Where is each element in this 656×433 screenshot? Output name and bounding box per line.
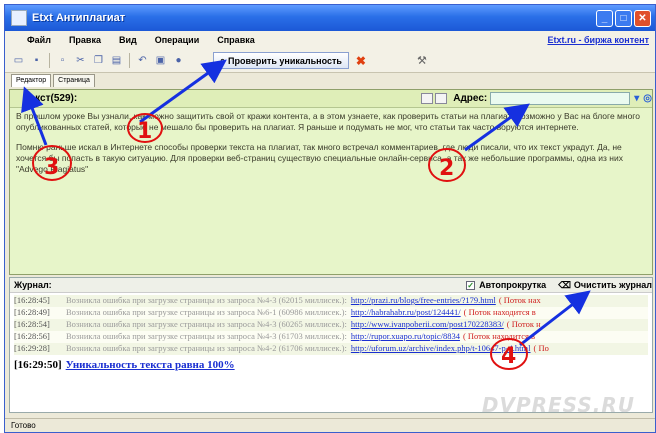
undo-icon[interactable]: ↶ (135, 53, 150, 68)
text-counter: Текст(529): (24, 93, 78, 104)
window-title: Etxt Антиплагиат (32, 12, 126, 24)
log-time: [16:28:56] (14, 331, 50, 341)
toolbar-separator (129, 53, 130, 68)
log-flow-status: ( По (533, 343, 549, 353)
log-row: [16:29:28] Возникла ошибка при загрузке … (14, 343, 648, 355)
editor-paragraph: В прошлом уроке Вы узнали, как можно защ… (16, 111, 640, 132)
app-window: Etxt Антиплагиат _ □ ✕ Файл Правка Вид О… (4, 4, 656, 433)
exchange-link[interactable]: Etxt.ru - биржа контент (547, 35, 649, 45)
open-icon[interactable]: ▭ (11, 53, 26, 68)
copy-icon[interactable]: ❐ (91, 53, 106, 68)
view-toggle-icon-2[interactable] (435, 93, 448, 104)
log-message: Возникла ошибка при загрузке страницы из… (66, 343, 347, 353)
log-row: [16:28:45] Возникла ошибка при загрузке … (14, 295, 648, 307)
app-icon (11, 10, 27, 26)
clear-journal-button[interactable]: ⌫ Очистить журнал (558, 280, 652, 291)
editor-panel: Текст(529): Адрес: ▾ ◎ В прошлом уроке В… (9, 89, 653, 275)
menu-help[interactable]: Справка (217, 35, 254, 45)
log-time: [16:29:28] (14, 343, 50, 353)
toolbar-separator (49, 53, 50, 68)
log-message: Возникла ошибка при загрузке страницы из… (66, 295, 347, 305)
new-icon[interactable]: ▫ (55, 53, 70, 68)
log-row: [16:28:56] Возникла ошибка при загрузке … (14, 331, 648, 343)
autoscroll-checkbox[interactable]: ✓ Автопрокрутка (466, 280, 546, 290)
settings-icon[interactable]: ▣ (153, 53, 168, 68)
log-flow-status: ( Поток н (506, 319, 541, 329)
journal-log: [16:28:45] Возникла ошибка при загрузке … (10, 293, 652, 375)
log-message: Возникла ошибка при загрузке страницы из… (66, 319, 347, 329)
log-message: Возникла ошибка при загрузке страницы из… (66, 331, 347, 341)
log-row: [16:28:49] Возникла ошибка при загрузке … (14, 307, 648, 319)
stop-icon[interactable]: ✖ (356, 54, 366, 68)
log-row: [16:28:54] Возникла ошибка при загрузке … (14, 319, 648, 331)
check-uniqueness-label: Проверить уникальность (228, 55, 342, 66)
cut-icon[interactable]: ✂ (73, 53, 88, 68)
log-url[interactable]: http://habrahabr.ru/post/124441/ (351, 307, 461, 319)
log-time: [16:28:54] (14, 319, 50, 329)
log-flow-status: ( Поток нах (498, 295, 541, 305)
log-url[interactable]: http://rupor.xuapo.ru/topic/8834 (351, 331, 460, 343)
log-url[interactable]: http://uforum.uz/archive/index.php/t-106… (351, 343, 531, 355)
menu-operations[interactable]: Операции (155, 35, 200, 45)
editor-header: Текст(529): Адрес: ▾ ◎ (10, 90, 652, 108)
status-bar: Готово (5, 418, 655, 432)
journal-header: Журнал: ✓ Автопрокрутка ⌫ Очистить журна… (10, 278, 652, 293)
broom-icon: ⌫ (558, 279, 571, 290)
magnifier-icon: ⌕ (220, 55, 226, 65)
tab-page[interactable]: Страница (53, 74, 95, 87)
uniqueness-result[interactable]: Уникальность текста равна 100% (66, 359, 235, 371)
autoscroll-label: Автопрокрутка (479, 280, 547, 290)
menu-bar: Файл Правка Вид Операции Справка Etxt.ru… (5, 31, 655, 49)
journal-label: Журнал: (14, 280, 52, 290)
check-uniqueness-button[interactable]: ⌕ Проверить уникальность (213, 52, 349, 69)
tab-editor[interactable]: Редактор (11, 74, 52, 87)
toolbar: ▭ ▪ ▫ ✂ ❐ ▤ ↶ ▣ ● ⌕ Проверить уникальнос… (5, 49, 655, 73)
log-time: [16:28:49] (14, 307, 50, 317)
watermark: DVPRESS.RU (481, 393, 635, 417)
clear-journal-label: Очистить журнал (573, 280, 652, 290)
go-icon[interactable]: ◎ (643, 93, 652, 104)
log-time: [16:28:45] (14, 295, 50, 305)
dropdown-icon[interactable]: ▾ (634, 93, 639, 104)
view-toggle-icon[interactable] (421, 93, 434, 104)
address-label: Адрес: (453, 93, 488, 104)
log-flow-status: ( Поток находится в (462, 331, 536, 341)
save-icon[interactable]: ▪ (29, 53, 44, 68)
log-url[interactable]: http://www.ivanpoberii.com/post170228383… (351, 319, 504, 331)
log-flow-status: ( Поток находится в (463, 307, 536, 317)
log-message: Возникла ошибка при загрузке страницы из… (66, 307, 347, 317)
info-icon[interactable]: ● (171, 53, 186, 68)
wrench-icon[interactable]: ⚒ (417, 54, 427, 67)
log-url[interactable]: http://prazi.ru/blogs/free-entries/?179.… (351, 295, 496, 307)
editor-text-area[interactable]: В прошлом уроке Вы узнали, как можно защ… (10, 108, 652, 187)
menu-edit[interactable]: Правка (69, 35, 101, 45)
editor-paragraph: Помню раньше искал в Интернете способы п… (16, 142, 623, 174)
checkbox-checked-icon: ✓ (466, 280, 476, 290)
uniqueness-result-row: [16:29:50] Уникальность текста равна 100… (14, 357, 648, 373)
maximize-button[interactable]: □ (615, 9, 632, 27)
tab-strip: Редактор Страница (5, 73, 655, 87)
title-bar: Etxt Антиплагиат _ □ ✕ (5, 5, 655, 31)
paste-icon[interactable]: ▤ (109, 53, 124, 68)
address-input[interactable] (490, 92, 631, 105)
menu-view[interactable]: Вид (119, 35, 137, 45)
window-controls: _ □ ✕ (596, 9, 651, 27)
result-time: [16:29:50] (14, 359, 62, 371)
minimize-button[interactable]: _ (596, 9, 613, 27)
menu-file[interactable]: Файл (27, 35, 51, 45)
close-button[interactable]: ✕ (634, 9, 651, 27)
